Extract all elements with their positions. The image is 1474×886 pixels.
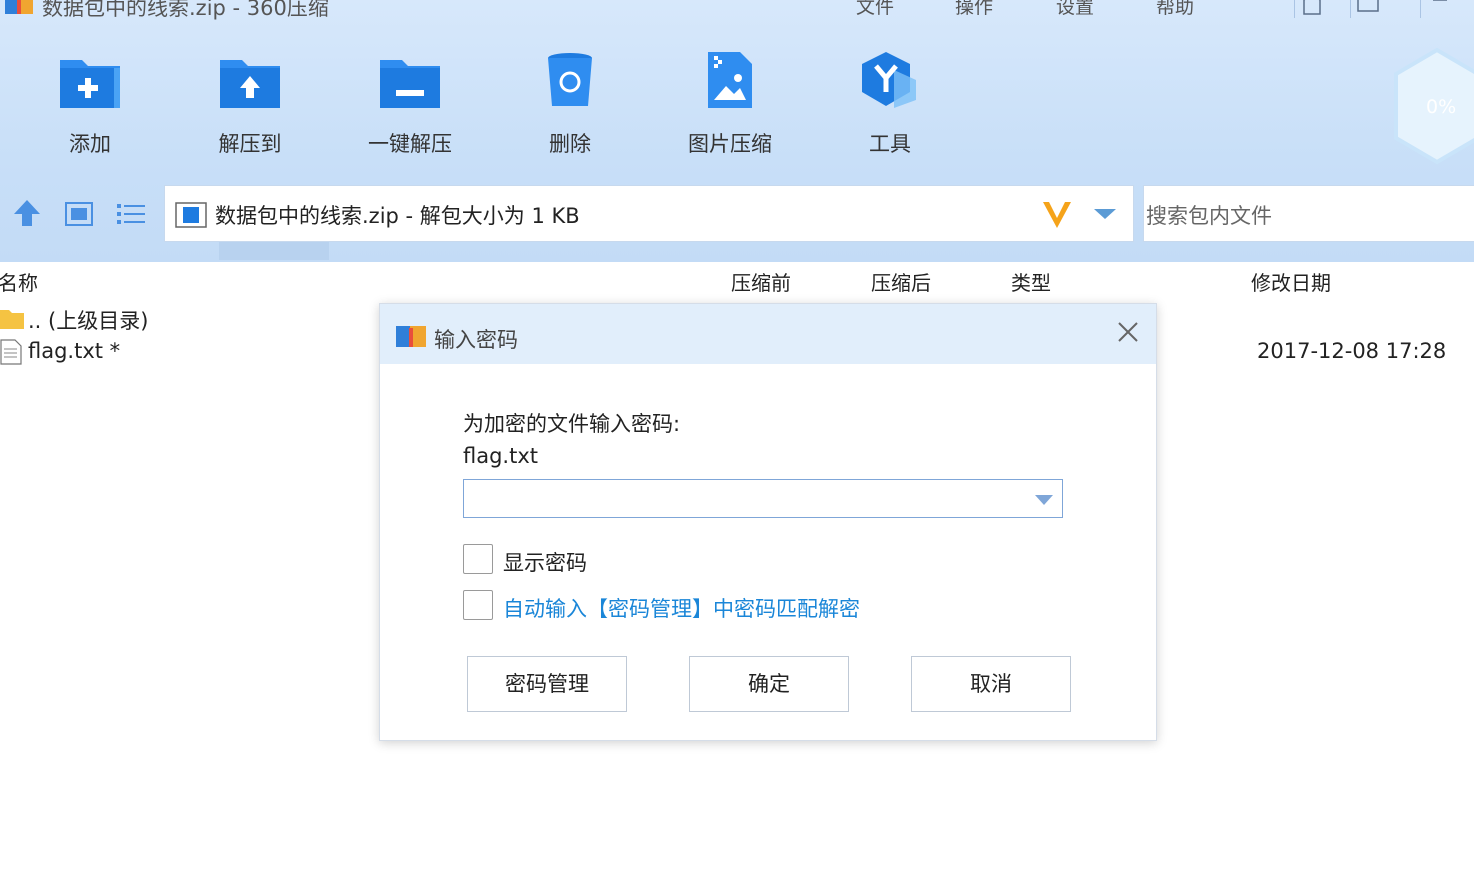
progress-text: 0% [1426, 96, 1457, 118]
auto-input-link[interactable]: 自动输入【密码管理】中密码匹配解密 [503, 593, 860, 623]
compress-progress-indicator: 0% [1392, 46, 1474, 166]
skin-button[interactable] [1294, 0, 1329, 18]
chevron-down-icon[interactable] [1093, 208, 1117, 220]
toolbar-one-click-extract-label: 一键解压 [368, 132, 452, 156]
window-title: 数据包中的线索.zip - 360压缩 [42, 0, 329, 20]
column-header-after[interactable]: 压缩后 [871, 267, 931, 296]
toolbar-tools-button[interactable]: 工具 [830, 50, 950, 160]
up-arrow-icon[interactable] [12, 198, 42, 228]
text-file-icon [0, 339, 22, 365]
minimize-icon [1433, 0, 1447, 1]
delete-bin-icon [548, 53, 592, 106]
archive-file-icon [175, 202, 207, 228]
toolbar-image-compress-button[interactable]: 图片压缩 [670, 50, 790, 160]
menu-help[interactable]: 帮助 [1156, 0, 1194, 19]
ok-button[interactable]: 确定 [689, 656, 849, 712]
encrypted-file-name: flag.txt [463, 444, 538, 468]
app-logo-icon [396, 326, 426, 347]
tab-indicator [219, 242, 329, 260]
auto-input-checkbox[interactable] [463, 590, 493, 620]
message-icon [1357, 0, 1379, 12]
dialog-title: 输入密码 [434, 328, 518, 352]
toolbar-add-label: 添加 [69, 132, 111, 156]
folder-icon [0, 310, 24, 329]
image-compress-icon [708, 52, 752, 108]
one-click-extract-icon [380, 60, 440, 108]
file-modified-date: 2017-12-08 17:28 [1257, 339, 1447, 363]
archive-path-text: 数据包中的线索.zip - 解包大小为 1 KB [215, 204, 580, 228]
password-prompt: 为加密的文件输入密码: [463, 412, 681, 436]
column-header-before[interactable]: 压缩前 [731, 267, 791, 296]
dialog-titlebar[interactable]: 输入密码 [380, 304, 1156, 364]
toolbar-image-compress-label: 图片压缩 [688, 132, 772, 156]
list-view-icon[interactable] [116, 202, 146, 226]
cancel-button[interactable]: 取消 [911, 656, 1071, 712]
column-header-modified[interactable]: 修改日期 [1251, 267, 1331, 296]
add-folder-icon [60, 60, 120, 108]
toolbar-add-button[interactable]: 添加 [30, 50, 150, 160]
column-header-name[interactable]: 名称 [0, 267, 38, 296]
password-dialog: 输入密码 为加密的文件输入密码: flag.txt 显示密码 自动输入【密码管理… [379, 303, 1157, 741]
toolbar-extract-to-label: 解压到 [218, 132, 282, 156]
toolbar-delete-button[interactable]: 删除 [510, 50, 630, 160]
show-password-label[interactable]: 显示密码 [503, 547, 587, 577]
app-logo-icon [5, 0, 33, 14]
toolbar-extract-to-button[interactable]: 解压到 [190, 50, 310, 160]
toolbar-one-click-extract-button[interactable]: 一键解压 [350, 50, 470, 160]
show-password-checkbox[interactable] [463, 544, 493, 574]
archive-search-field[interactable]: 搜索包内文件 [1143, 185, 1474, 242]
minimize-button[interactable] [1420, 0, 1455, 18]
feedback-button[interactable] [1350, 0, 1385, 18]
password-combobox[interactable] [463, 479, 1063, 518]
menu-file[interactable]: 文件 [856, 0, 894, 19]
v-logo-icon[interactable] [1041, 200, 1073, 230]
file-name: flag.txt * [28, 339, 121, 363]
thumbnail-view-icon[interactable] [64, 201, 94, 227]
menu-operation[interactable]: 操作 [955, 0, 993, 19]
toolbar-delete-label: 删除 [549, 132, 591, 156]
archive-path-bar[interactable]: 数据包中的线索.zip - 解包大小为 1 KB [164, 185, 1134, 242]
toolbar-tools-label: 工具 [869, 132, 911, 156]
file-name: .. (上级目录) [28, 309, 149, 333]
column-header-type[interactable]: 类型 [1011, 267, 1051, 296]
shirt-icon [1303, 0, 1321, 15]
chevron-down-icon[interactable] [1034, 494, 1054, 506]
menu-settings[interactable]: 设置 [1056, 0, 1094, 19]
password-input[interactable] [464, 480, 1024, 517]
extract-to-icon [220, 60, 280, 108]
close-icon[interactable] [1116, 320, 1140, 344]
password-manager-button[interactable]: 密码管理 [467, 656, 627, 712]
top-toolbar-area: 数据包中的线索.zip - 360压缩 文件 操作 设置 帮助 添加 解压到 一… [0, 0, 1474, 262]
search-placeholder: 搜索包内文件 [1146, 204, 1272, 228]
tools-icon [862, 52, 916, 108]
